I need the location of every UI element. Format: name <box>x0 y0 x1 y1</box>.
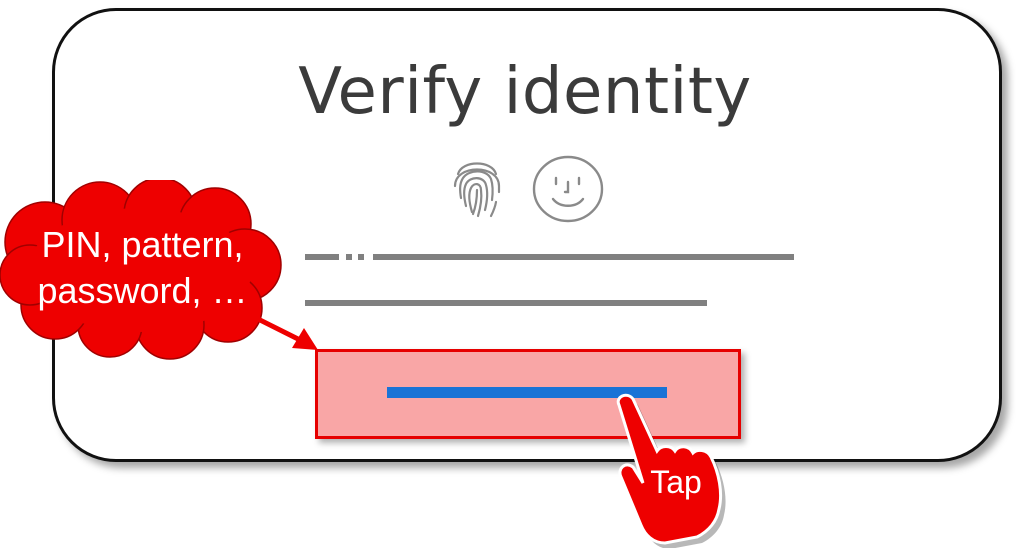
placeholder-dot <box>346 254 352 260</box>
fingerprint-icon[interactable] <box>450 152 504 220</box>
placeholder-line-long <box>373 254 794 260</box>
callout-label: PIN, pattern, password, … <box>37 224 248 311</box>
face-icon[interactable] <box>531 154 605 224</box>
placeholder-line-dash <box>305 254 339 260</box>
placeholder-dot <box>358 254 364 260</box>
callout-arrow <box>242 309 318 350</box>
tap-label: Tap <box>650 464 702 500</box>
dialog-title: Verify identity <box>298 55 752 129</box>
placeholder-line-short <box>305 300 707 306</box>
